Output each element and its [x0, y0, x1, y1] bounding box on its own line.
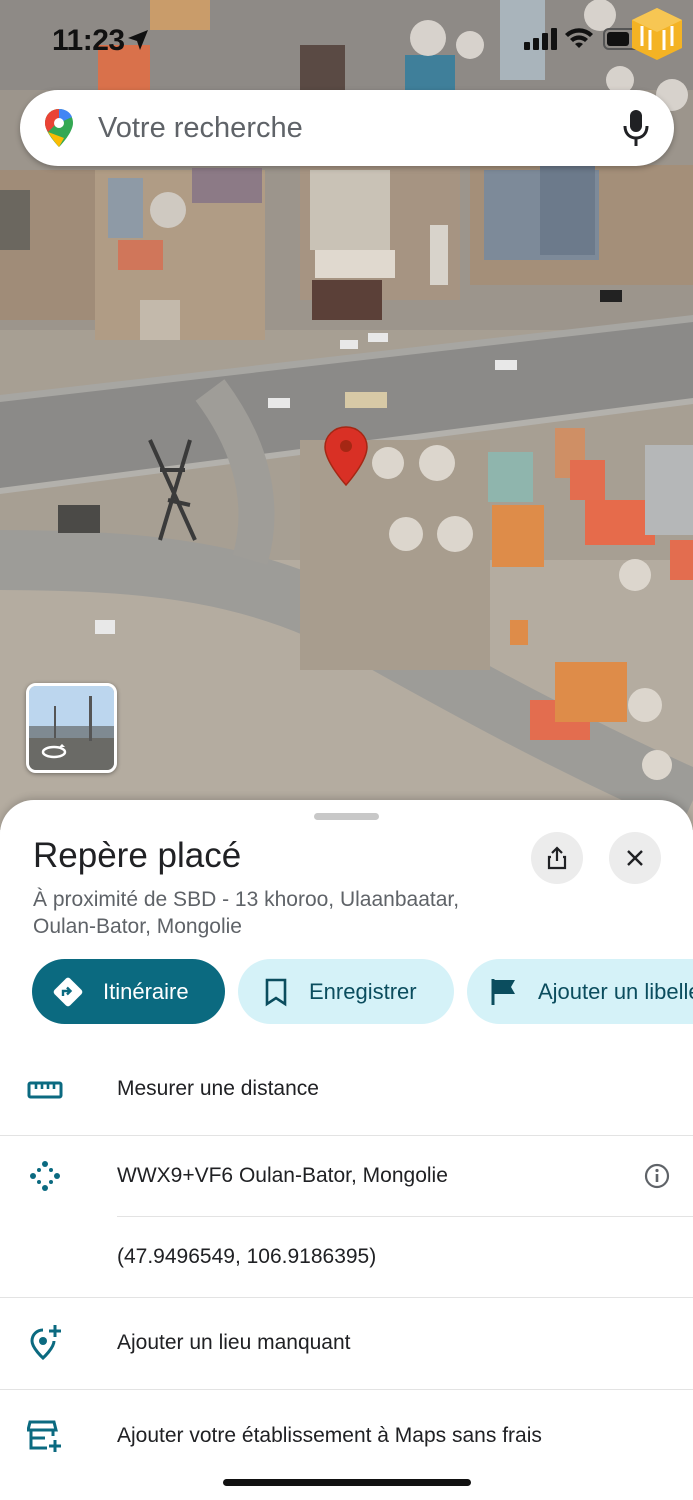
- wifi-icon: [565, 28, 593, 48]
- plus-code-row[interactable]: WWX9+VF6 Oulan-Bator, Mongolie: [0, 1136, 693, 1216]
- directions-button[interactable]: Itinéraire: [32, 959, 225, 1024]
- add-missing-place-label: Ajouter un lieu manquant: [117, 1331, 351, 1354]
- drag-handle[interactable]: [314, 813, 379, 820]
- add-location-icon: [30, 1325, 61, 1360]
- plus-code-text: WWX9+VF6 Oulan-Bator, Mongolie: [117, 1164, 448, 1187]
- measure-distance-row[interactable]: Mesurer une distance: [0, 1050, 693, 1136]
- flag-icon: [491, 979, 515, 1005]
- share-button[interactable]: [531, 832, 583, 884]
- place-title: Repère placé: [33, 836, 242, 875]
- share-icon: [547, 846, 567, 870]
- save-button[interactable]: Enregistrer: [238, 959, 454, 1024]
- save-label: Enregistrer: [309, 979, 417, 1004]
- coordinates-row[interactable]: (47.9496549, 106.9186395): [0, 1217, 693, 1297]
- cube-logo-icon: [632, 8, 682, 60]
- directions-icon: [53, 977, 83, 1007]
- street-view-rotate-icon: [41, 744, 67, 759]
- search-input[interactable]: [98, 90, 598, 166]
- google-maps-logo: [45, 109, 73, 147]
- address-line-2: Oulan-Bator, Mongolie: [33, 915, 242, 938]
- add-missing-place-row[interactable]: Ajouter un lieu manquant: [0, 1298, 693, 1388]
- add-business-icon: [27, 1420, 61, 1452]
- add-label-label: Ajouter un libellé: [538, 979, 693, 1004]
- bookmark-icon: [265, 978, 287, 1007]
- measure-distance-label: Mesurer une distance: [117, 1077, 319, 1100]
- microphone-icon[interactable]: [622, 108, 650, 148]
- info-icon[interactable]: [644, 1163, 670, 1189]
- address-line-1: À proximité de SBD - 13 khoroo, Ulaanbaa…: [33, 888, 460, 911]
- add-label-button[interactable]: Ajouter un libellé: [467, 959, 693, 1024]
- coordinates-text: (47.9496549, 106.9186395): [117, 1245, 377, 1268]
- status-bar: 11:23: [0, 0, 693, 80]
- close-icon: [627, 850, 643, 866]
- directions-label: Itinéraire: [103, 979, 189, 1004]
- search-bar[interactable]: [20, 90, 674, 166]
- place-address: À proximité de SBD - 13 khoroo, Ulaanbaa…: [33, 886, 523, 940]
- plus-code-icon: [30, 1161, 60, 1191]
- action-chips: Itinéraire Enregistrer Ajouter un libell…: [0, 959, 693, 1025]
- street-view-thumbnail[interactable]: [26, 683, 117, 773]
- ruler-icon: [27, 1081, 63, 1099]
- cellular-signal-icon: [524, 28, 557, 50]
- red-pin-icon[interactable]: [323, 425, 369, 487]
- home-indicator: [223, 1479, 471, 1486]
- add-business-label: Ajouter votre établissement à Maps sans …: [117, 1424, 542, 1447]
- add-business-row[interactable]: Ajouter votre établissement à Maps sans …: [0, 1390, 693, 1476]
- status-time: 11:23: [52, 24, 125, 57]
- close-button[interactable]: [609, 832, 661, 884]
- location-arrow-icon: [128, 30, 148, 50]
